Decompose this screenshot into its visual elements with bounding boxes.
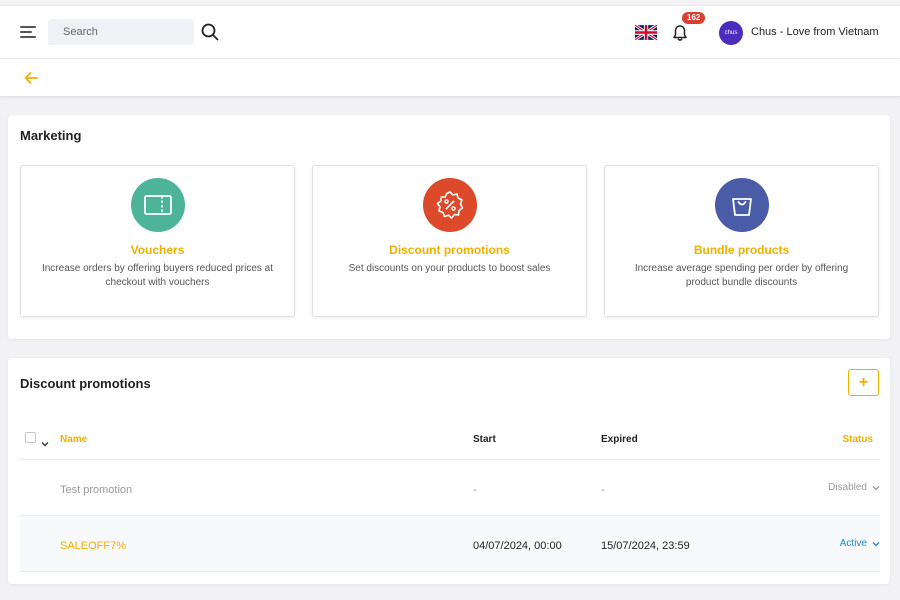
table-row[interactable]: SALEOFF7% 04/07/2024, 00:00 15/07/2024, … [20,515,880,572]
promotion-expired: 15/07/2024, 23:59 [601,540,690,552]
add-promotion-button[interactable]: + [848,369,879,396]
bundle-products-description: Increase average spending per order by o… [634,263,849,288]
marketing-card: Marketing Vouchers Increase orders by of… [8,115,890,339]
status-dropdown[interactable]: Active [840,538,880,549]
promotion-start: 04/07/2024, 00:00 [473,540,562,552]
promotion-start: - [473,484,477,496]
column-header-status[interactable]: Status [842,434,873,445]
top-bar: 162 chus Chus - Love from Vietnam [0,5,900,59]
marketing-title: Marketing [20,128,82,143]
chevron-down-icon [872,485,880,490]
discount-promotions-title: Discount promotions [389,243,510,257]
select-all-checkbox[interactable] [25,432,36,443]
column-header-name[interactable]: Name [60,434,87,445]
discount-promotions-card: Discount promotions + Name Start Expired… [8,358,890,584]
shopping-bag-icon [714,178,769,232]
vouchers-description: Increase orders by offering buyers reduc… [41,263,274,288]
status-label: Active [839,538,867,549]
uk-flag-icon[interactable] [634,23,658,42]
chevron-down-icon [872,541,880,546]
sub-header [0,59,900,97]
notification-bell-icon[interactable] [672,24,688,42]
chevron-down-icon[interactable] [41,434,49,447]
vouchers-tile[interactable]: Vouchers Increase orders by offering buy… [20,165,295,317]
user-name[interactable]: Chus - Love from Vietnam [751,26,879,38]
column-header-expired: Expired [601,434,638,445]
notification-badge: 162 [682,12,706,24]
avatar[interactable]: chus [719,21,743,45]
table-row[interactable]: Test promotion - - Disabled [20,459,880,515]
back-arrow-icon[interactable] [23,71,39,85]
discount-promotions-description: Set discounts on your products to boost … [348,263,551,274]
discount-promotions-tile[interactable]: Discount promotions Set discounts on you… [312,165,587,317]
status-label: Disabled [828,482,867,493]
search-input[interactable] [48,19,194,45]
promotion-expired: - [601,484,605,496]
search-icon[interactable] [200,22,220,42]
promotion-name[interactable]: Test promotion [60,484,132,496]
discount-promotions-heading: Discount promotions [20,376,151,391]
status-dropdown[interactable]: Disabled [828,482,880,493]
promotion-name[interactable]: SALEOFF7% [60,540,126,552]
bundle-products-tile[interactable]: Bundle products Increase average spendin… [604,165,879,317]
vouchers-title: Vouchers [130,243,185,257]
bundle-products-title: Bundle products [693,243,790,257]
column-header-start: Start [473,434,496,445]
voucher-icon [130,178,185,232]
discount-badge-icon [422,178,477,232]
menu-icon[interactable] [20,26,36,38]
